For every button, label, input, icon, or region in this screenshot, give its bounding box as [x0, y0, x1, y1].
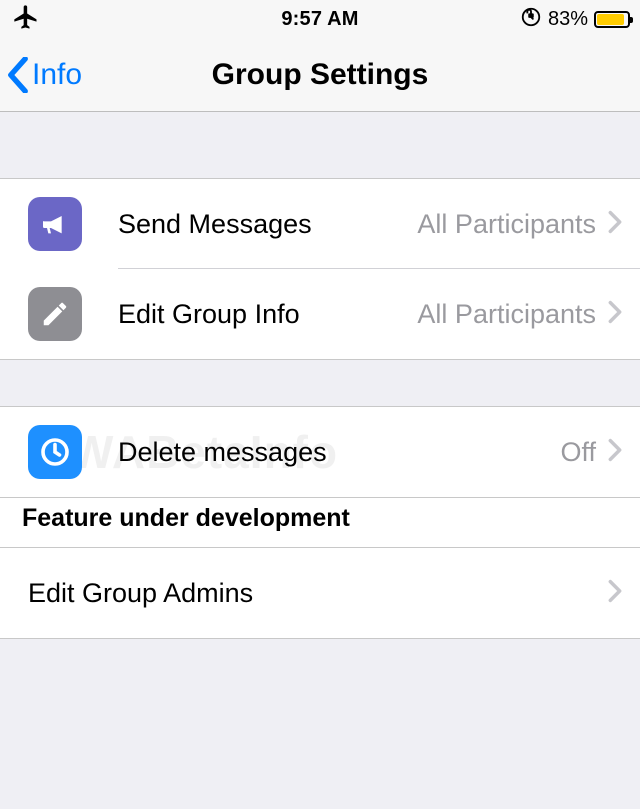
back-label: Info — [32, 58, 82, 92]
page-title: Group Settings — [212, 58, 429, 92]
chevron-right-icon — [608, 210, 622, 239]
status-time: 9:57 AM — [281, 8, 358, 31]
edit-group-info-label: Edit Group Info — [118, 299, 417, 330]
airplane-mode-icon — [12, 3, 40, 36]
section-spacer — [0, 360, 640, 406]
pencil-icon — [28, 287, 82, 341]
delete-messages-label: Delete messages — [118, 437, 560, 468]
settings-group-2: WABetaInfo Delete messages Off — [0, 406, 640, 498]
timer-icon — [28, 425, 82, 479]
orientation-lock-icon — [520, 6, 542, 33]
chevron-right-icon — [608, 438, 622, 467]
status-right: 83% — [520, 0, 630, 38]
back-button[interactable]: Info — [6, 38, 82, 111]
chevron-right-icon — [608, 579, 622, 608]
settings-group-1: Send Messages All Participants Edit Grou… — [0, 178, 640, 360]
settings-group-3: Edit Group Admins — [0, 548, 640, 639]
navigation-bar: Info Group Settings — [0, 38, 640, 112]
delete-messages-value: Off — [560, 437, 596, 468]
edit-group-info-value: All Participants — [417, 299, 596, 330]
battery-percentage: 83% — [548, 8, 588, 31]
edit-group-info-row[interactable]: Edit Group Info All Participants — [0, 269, 640, 359]
battery-icon — [594, 11, 630, 28]
feature-under-development-banner: Feature under development — [0, 498, 640, 548]
chevron-left-icon — [6, 57, 30, 93]
megaphone-icon — [28, 197, 82, 251]
status-bar: 9:57 AM 83% — [0, 0, 640, 38]
edit-group-admins-row[interactable]: Edit Group Admins — [0, 548, 640, 638]
edit-group-admins-label: Edit Group Admins — [28, 578, 602, 609]
status-left — [12, 0, 40, 38]
send-messages-row[interactable]: Send Messages All Participants — [0, 179, 640, 269]
section-spacer — [0, 112, 640, 178]
delete-messages-row[interactable]: Delete messages Off — [0, 407, 640, 497]
send-messages-value: All Participants — [417, 209, 596, 240]
chevron-right-icon — [608, 300, 622, 329]
send-messages-label: Send Messages — [118, 209, 417, 240]
